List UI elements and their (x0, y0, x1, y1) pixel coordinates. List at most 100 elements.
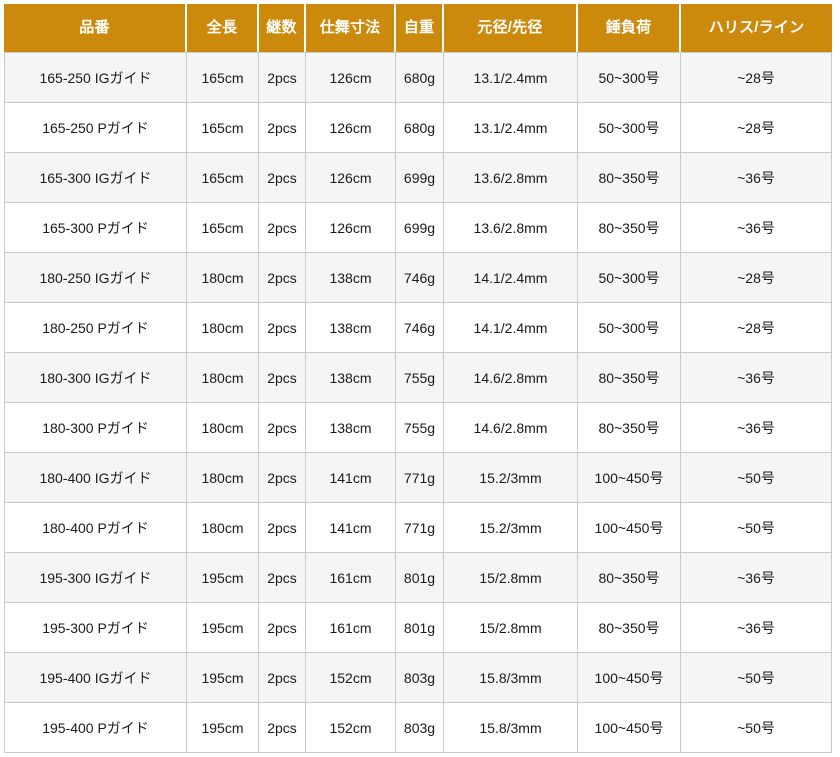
cell-folded: 126cm (306, 153, 396, 203)
cell-model: 180-400 Pガイド (4, 503, 187, 553)
column-header-line: ハリス/ライン (681, 4, 832, 52)
cell-pieces: 2pcs (259, 503, 306, 553)
cell-model: 180-400 IGガイド (4, 453, 187, 503)
cell-sinker: 50~300号 (578, 253, 681, 303)
cell-folded: 126cm (306, 103, 396, 153)
table-row: 180-250 Pガイド 180cm 2pcs 138cm 746g 14.1/2.4mm… (4, 303, 832, 353)
cell-line: ~28号 (681, 303, 832, 353)
cell-weight: 801g (396, 553, 444, 603)
cell-length: 180cm (187, 303, 259, 353)
cell-sinker: 80~350号 (578, 353, 681, 403)
column-header-weight: 自重 (396, 4, 444, 52)
cell-weight: 746g (396, 253, 444, 303)
cell-line: ~28号 (681, 52, 832, 103)
cell-pieces: 2pcs (259, 353, 306, 403)
table-row: 165-300 Pガイド 165cm 2pcs 126cm 699g 13.6/2.8mm… (4, 203, 832, 253)
cell-pieces: 2pcs (259, 303, 306, 353)
cell-pieces: 2pcs (259, 153, 306, 203)
cell-diam: 15.8/3mm (444, 653, 578, 703)
cell-sinker: 50~300号 (578, 52, 681, 103)
table-row: 180-250 IGガイド 180cm 2pcs 138cm 746g 14.1/2.4m… (4, 253, 832, 303)
cell-diam: 13.6/2.8mm (444, 203, 578, 253)
cell-pieces: 2pcs (259, 253, 306, 303)
cell-pieces: 2pcs (259, 203, 306, 253)
cell-sinker: 50~300号 (578, 103, 681, 153)
cell-weight: 803g (396, 703, 444, 753)
table-row: 180-300 Pガイド 180cm 2pcs 138cm 755g 14.6/2.8mm… (4, 403, 832, 453)
cell-diam: 15.2/3mm (444, 503, 578, 553)
cell-length: 195cm (187, 603, 259, 653)
cell-pieces: 2pcs (259, 103, 306, 153)
cell-sinker: 100~450号 (578, 653, 681, 703)
cell-length: 165cm (187, 153, 259, 203)
cell-folded: 161cm (306, 553, 396, 603)
cell-length: 195cm (187, 703, 259, 753)
cell-line: ~36号 (681, 553, 832, 603)
cell-model: 180-300 IGガイド (4, 353, 187, 403)
cell-weight: 771g (396, 503, 444, 553)
table-row: 180-400 IGガイド 180cm 2pcs 141cm 771g 15.2/3mm 1… (4, 453, 832, 503)
cell-sinker: 80~350号 (578, 153, 681, 203)
table-row: 165-250 Pガイド 165cm 2pcs 126cm 680g 13.1/2.4mm… (4, 103, 832, 153)
cell-pieces: 2pcs (259, 52, 306, 103)
cell-diam: 14.1/2.4mm (444, 303, 578, 353)
cell-length: 180cm (187, 503, 259, 553)
cell-weight: 803g (396, 653, 444, 703)
cell-line: ~50号 (681, 703, 832, 753)
cell-line: ~28号 (681, 103, 832, 153)
table-row: 195-300 Pガイド 195cm 2pcs 161cm 801g 15/2.8mm 80… (4, 603, 832, 653)
cell-diam: 15.8/3mm (444, 703, 578, 753)
cell-sinker: 80~350号 (578, 203, 681, 253)
column-header-pieces: 継数 (259, 4, 306, 52)
header-row: 品番 全長 継数 仕舞寸法 自重 元径/先径 錘負荷 ハリス/ライン (4, 4, 832, 52)
cell-length: 180cm (187, 353, 259, 403)
cell-line: ~36号 (681, 203, 832, 253)
cell-sinker: 50~300号 (578, 303, 681, 353)
cell-pieces: 2pcs (259, 603, 306, 653)
column-header-diam: 元径/先径 (444, 4, 578, 52)
cell-sinker: 100~450号 (578, 453, 681, 503)
cell-weight: 755g (396, 353, 444, 403)
cell-length: 195cm (187, 553, 259, 603)
cell-diam: 14.6/2.8mm (444, 403, 578, 453)
table-row: 195-400 Pガイド 195cm 2pcs 152cm 803g 15.8/3mm 10… (4, 703, 832, 753)
cell-folded: 141cm (306, 453, 396, 503)
rod-specifications-table: 品番 全長 継数 仕舞寸法 自重 元径/先径 錘負荷 ハリス/ライン 165-250 IGガイ… (4, 4, 832, 753)
cell-line: ~36号 (681, 153, 832, 203)
cell-weight: 755g (396, 403, 444, 453)
cell-pieces: 2pcs (259, 403, 306, 453)
cell-model: 180-250 Pガイド (4, 303, 187, 353)
table-row: 165-300 IGガイド 165cm 2pcs 126cm 699g 13.6/2.8m… (4, 153, 832, 203)
cell-diam: 15.2/3mm (444, 453, 578, 503)
column-header-model: 品番 (4, 4, 187, 52)
cell-weight: 746g (396, 303, 444, 353)
cell-model: 165-250 Pガイド (4, 103, 187, 153)
cell-pieces: 2pcs (259, 453, 306, 503)
cell-line: ~36号 (681, 353, 832, 403)
cell-line: ~28号 (681, 253, 832, 303)
cell-model: 195-300 Pガイド (4, 603, 187, 653)
cell-diam: 13.6/2.8mm (444, 153, 578, 203)
cell-model: 195-400 IGガイド (4, 653, 187, 703)
cell-model: 165-300 IGガイド (4, 153, 187, 203)
cell-model: 180-300 Pガイド (4, 403, 187, 453)
cell-folded: 141cm (306, 503, 396, 553)
cell-sinker: 80~350号 (578, 553, 681, 603)
cell-model: 165-250 IGガイド (4, 52, 187, 103)
spec-table-container: 品番 全長 継数 仕舞寸法 自重 元径/先径 錘負荷 ハリス/ライン 165-250 IGガイ… (0, 0, 840, 757)
cell-sinker: 80~350号 (578, 403, 681, 453)
cell-pieces: 2pcs (259, 703, 306, 753)
cell-model: 195-300 IGガイド (4, 553, 187, 603)
cell-folded: 152cm (306, 703, 396, 753)
cell-line: ~36号 (681, 403, 832, 453)
cell-diam: 15/2.8mm (444, 553, 578, 603)
cell-weight: 771g (396, 453, 444, 503)
cell-length: 180cm (187, 403, 259, 453)
cell-line: ~50号 (681, 453, 832, 503)
cell-weight: 699g (396, 203, 444, 253)
cell-length: 195cm (187, 653, 259, 703)
table-row: 180-400 Pガイド 180cm 2pcs 141cm 771g 15.2/3mm 10… (4, 503, 832, 553)
cell-length: 165cm (187, 203, 259, 253)
cell-diam: 13.1/2.4mm (444, 103, 578, 153)
cell-sinker: 100~450号 (578, 703, 681, 753)
